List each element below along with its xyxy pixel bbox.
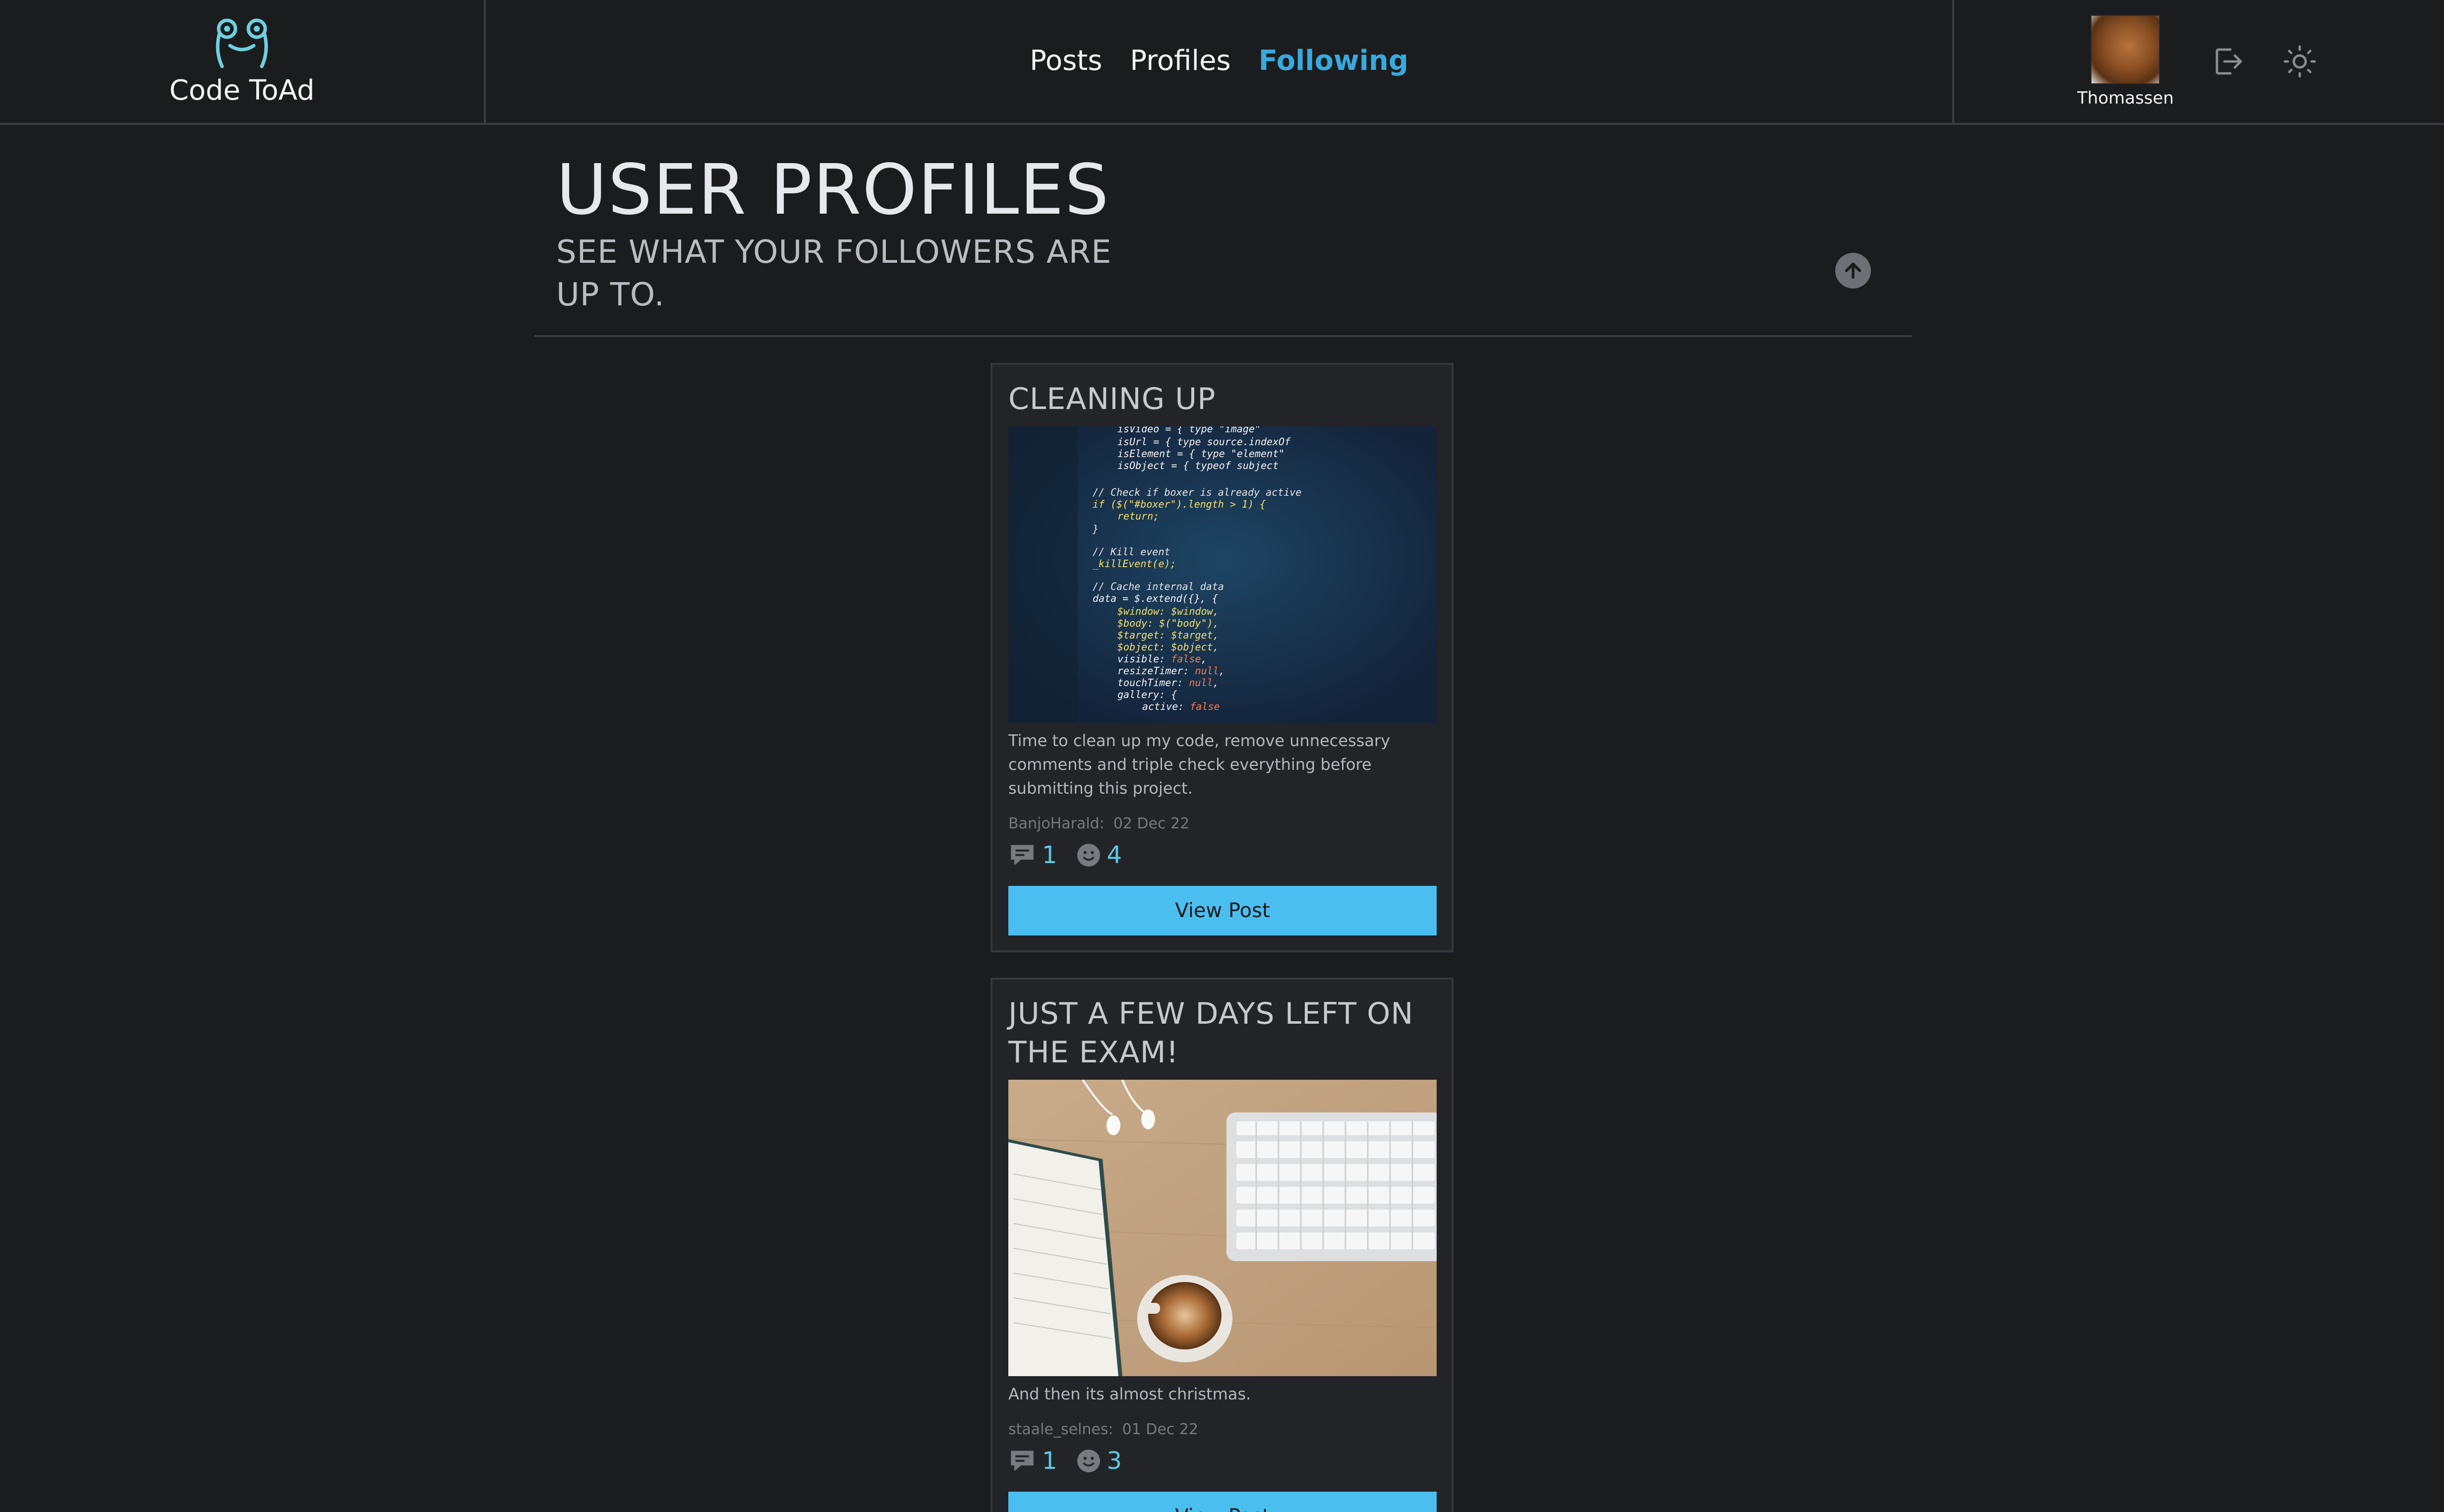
page-subtitle: SEE WHAT YOUR FOLLOWERS ARE UP TO.	[556, 234, 1112, 313]
svg-text:if ($("#boxer").length > 1) {: if ($("#boxer").length > 1) {	[1093, 498, 1266, 510]
comment-count-value: 1	[1042, 1447, 1057, 1475]
svg-text:}: }	[1092, 523, 1099, 535]
reaction-count: 3	[1076, 1447, 1122, 1475]
page-header: USER PROFILES SEE WHAT YOUR FOLLOWERS AR…	[534, 125, 1912, 337]
svg-text:gallery: {: gallery: {	[1117, 689, 1177, 700]
avatar[interactable]	[2091, 15, 2160, 84]
svg-text:isElement = { type "element": isElement = { type "element"	[1117, 448, 1284, 460]
user-name: Thomassen	[2077, 88, 2174, 108]
nav-posts[interactable]: Posts	[1030, 45, 1102, 77]
brand[interactable]: Code ToAd	[0, 0, 486, 123]
reaction-count-value: 4	[1106, 841, 1122, 869]
comment-icon	[1011, 1451, 1034, 1471]
logout-icon	[2215, 48, 2242, 75]
post-date: 01 Dec 22	[1122, 1421, 1199, 1438]
reaction-count-value: 3	[1106, 1447, 1122, 1475]
brand-name: Code ToAd	[169, 74, 315, 107]
theme-toggle-button[interactable]	[2281, 43, 2319, 80]
svg-text:isVideo = { type "image": isVideo = { type "image"	[1117, 426, 1261, 435]
svg-text:return;: return;	[1117, 510, 1159, 522]
post-title: JUST A FEW DAYS LEFT ON THE EXAM!	[1008, 996, 1414, 1070]
main-nav: Posts Profiles Following	[486, 0, 1954, 123]
post-title: CLEANING UP	[1008, 382, 1216, 416]
post-date: 02 Dec 22	[1113, 815, 1190, 832]
comment-count: 1	[1008, 841, 1057, 869]
post-image-desk[interactable]	[1008, 1080, 1437, 1376]
comment-icon	[1011, 845, 1034, 866]
user-area: Thomassen	[1954, 0, 2444, 123]
comment-count: 1	[1008, 1447, 1057, 1475]
post-meta: staale_selnes: 01 Dec 22	[1008, 1421, 1436, 1438]
post-stats: 1 3	[1008, 1447, 1436, 1475]
smiley-icon	[1077, 844, 1100, 867]
frog-icon	[216, 18, 268, 68]
post-author[interactable]: BanjoHarald:	[1008, 815, 1105, 832]
post-card: JUST A FEW DAYS LEFT ON THE EXAM! And th…	[990, 978, 1454, 1512]
svg-text:_killEvent(e);: _killEvent(e);	[1093, 558, 1176, 570]
svg-text:active: false: active: false	[1142, 700, 1220, 712]
logout-button[interactable]	[2209, 43, 2246, 80]
scroll-top-button[interactable]	[1835, 253, 1871, 289]
view-post-button[interactable]: View Post	[1008, 1492, 1437, 1512]
svg-text:// Check if boxer is already a: // Check if boxer is already active	[1093, 486, 1301, 498]
svg-text:$window: $window,: $window: $window,	[1117, 605, 1219, 617]
reaction-count: 4	[1076, 841, 1122, 869]
nav-following[interactable]: Following	[1259, 45, 1408, 77]
post-image-code[interactable]: isVideo = { type "image" isUrl = { type …	[1008, 426, 1437, 723]
svg-text:// Cache internal data: // Cache internal data	[1093, 581, 1224, 592]
post-author[interactable]: staale_selnes:	[1008, 1421, 1113, 1438]
page-title: USER PROFILES	[556, 150, 1110, 231]
svg-text:resizeTimer: null,: resizeTimer: null,	[1117, 665, 1225, 677]
svg-text:$body: $("body"),: $body: $("body"),	[1117, 617, 1219, 629]
svg-text:isObject = { typeof subject: isObject = { typeof subject	[1117, 460, 1279, 471]
svg-text:// Kill event: // Kill event	[1093, 546, 1170, 558]
svg-text:$object: $object,: $object: $object,	[1117, 641, 1219, 653]
svg-text:isUrl = { type source.ind: isUrl = { type source.indexOf	[1117, 436, 1291, 448]
post-body: And then its almost christmas.	[1008, 1385, 1251, 1403]
arrow-up-icon	[1845, 262, 1862, 279]
smiley-icon	[1077, 1450, 1100, 1472]
user-profile-link[interactable]: Thomassen	[2077, 15, 2174, 108]
post-meta: BanjoHarald: 02 Dec 22	[1008, 815, 1436, 832]
post-body: Time to clean up my code, remove unneces…	[1008, 731, 1391, 798]
svg-text:data = $.extend({}, {: data = $.extend({}, {	[1093, 592, 1218, 604]
top-navbar: Code ToAd Posts Profiles Following Thoma…	[0, 0, 2444, 125]
svg-text:visible: false,: visible: false,	[1117, 653, 1207, 665]
comment-count-value: 1	[1042, 841, 1057, 869]
view-post-button[interactable]: View Post	[1008, 886, 1437, 935]
nav-profiles[interactable]: Profiles	[1130, 45, 1230, 77]
svg-text:touchTimer: null,: touchTimer: null,	[1117, 677, 1219, 689]
post-stats: 1 4	[1008, 841, 1436, 869]
sun-icon	[2283, 45, 2316, 78]
post-card: CLEANING UP isVideo = { type "image" isU…	[990, 363, 1454, 952]
svg-text:$target: $target,: $target: $target,	[1117, 629, 1219, 641]
